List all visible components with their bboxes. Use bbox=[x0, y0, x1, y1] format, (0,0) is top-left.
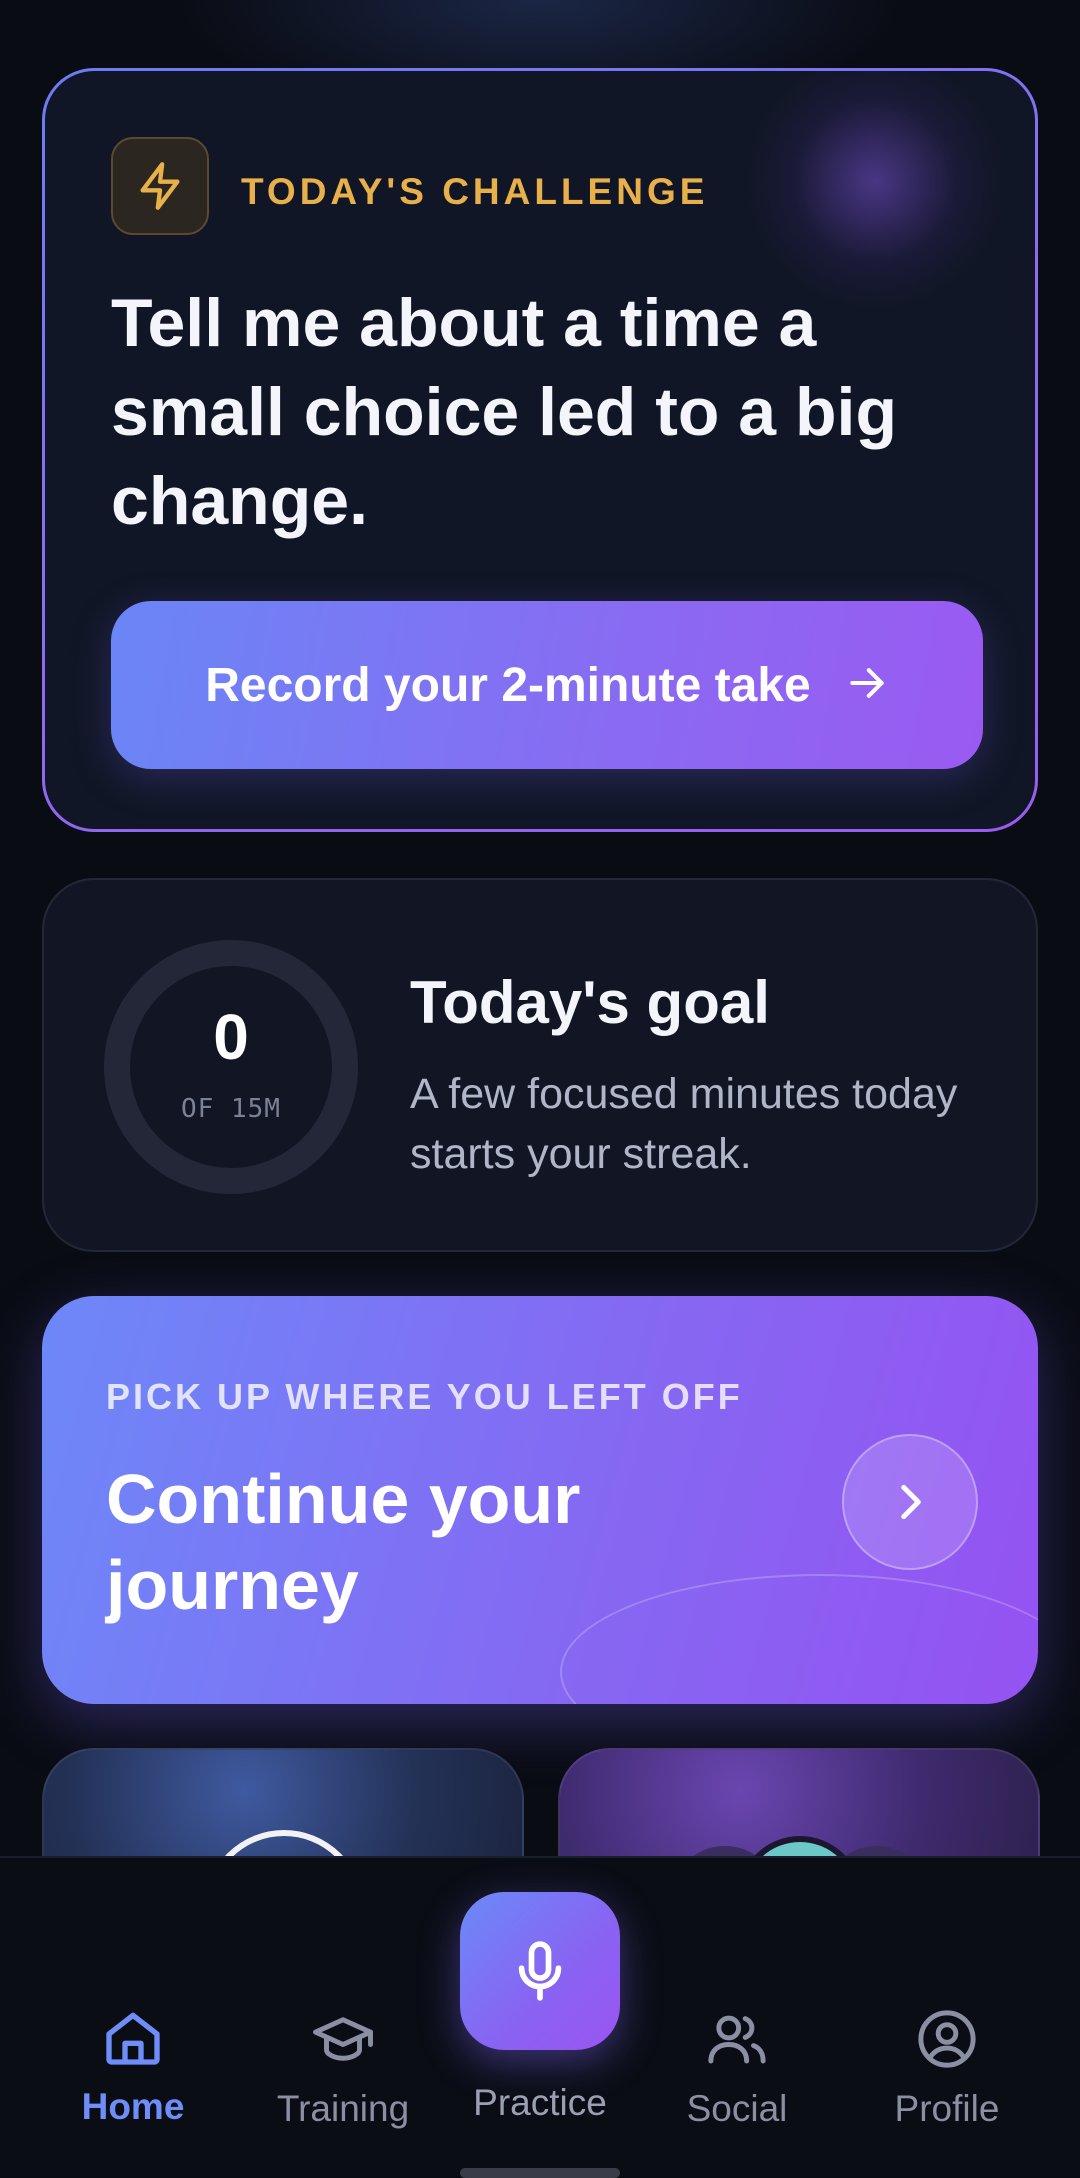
nav-training-label: Training bbox=[276, 2088, 410, 2129]
graduation-cap-icon bbox=[310, 2006, 376, 2072]
challenge-question: Tell me about a time a small choice led … bbox=[111, 285, 897, 539]
nav-profile-label: Profile bbox=[894, 2088, 1000, 2129]
continue-eyebrow: PICK UP WHERE YOU LEFT OFF bbox=[106, 1376, 743, 1417]
progress-unit: OF 15M bbox=[181, 1094, 281, 1124]
arrow-right-icon bbox=[845, 661, 889, 710]
nav-home-label: Home bbox=[81, 2086, 185, 2127]
challenge-card: TODAY'S CHALLENGE Tell me about a time a… bbox=[42, 68, 1038, 832]
continue-arrow-button[interactable] bbox=[842, 1434, 978, 1570]
home-indicator bbox=[460, 2168, 620, 2178]
bottom-nav: Home Training Practice Social Profile bbox=[0, 1856, 1080, 2178]
challenge-label: TODAY'S CHALLENGE bbox=[241, 171, 709, 212]
nav-profile[interactable]: Profile bbox=[852, 2006, 1042, 2129]
goal-title: Today's goal bbox=[410, 969, 770, 1036]
decorative-orb bbox=[745, 71, 1005, 311]
continue-journey-card[interactable]: PICK UP WHERE YOU LEFT OFF Continue your… bbox=[42, 1296, 1038, 1704]
progress-value: 0 bbox=[213, 1001, 249, 1073]
practice-mic-button[interactable] bbox=[460, 1892, 620, 2050]
goal-description: A few focused minutes today starts your … bbox=[410, 1070, 958, 1178]
nav-home[interactable]: Home bbox=[38, 2006, 228, 2127]
nav-social[interactable]: Social bbox=[642, 2006, 832, 2129]
nav-practice-label[interactable]: Practice bbox=[440, 2082, 640, 2124]
chevron-right-icon bbox=[901, 1484, 921, 1520]
continue-title: Continue your journey bbox=[106, 1460, 581, 1624]
lightning-bolt-icon bbox=[111, 137, 209, 235]
user-circle-icon bbox=[914, 2006, 980, 2072]
goal-card[interactable]: 0 OF 15M Today's goal A few focused minu… bbox=[42, 878, 1038, 1252]
record-button[interactable]: Record your 2-minute take bbox=[111, 601, 983, 769]
microphone-icon bbox=[518, 1941, 562, 2001]
record-button-label: Record your 2-minute take bbox=[205, 658, 811, 712]
home-icon bbox=[100, 2006, 166, 2070]
nav-social-label: Social bbox=[686, 2088, 788, 2129]
users-icon bbox=[704, 2006, 770, 2072]
nav-training[interactable]: Training bbox=[248, 2006, 438, 2129]
